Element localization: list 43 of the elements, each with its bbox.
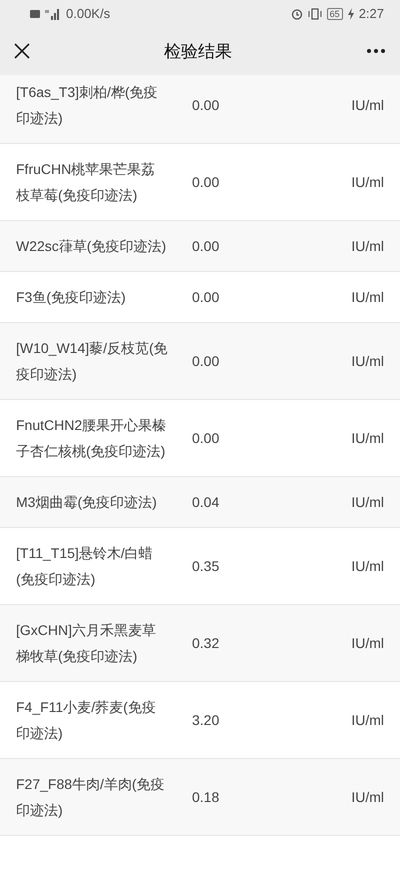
result-value: 0.00	[192, 353, 220, 369]
result-unit: IU/ml	[351, 558, 384, 574]
test-name: M3烟曲霉(免疫印迹法)	[16, 493, 158, 512]
test-name: [GxCHN]六月禾黑麦草梯牧草(免疫印迹法)	[16, 621, 157, 666]
network-speed: 0.00K/s	[66, 6, 110, 21]
test-name: W22sc葎草(免疫印迹法)	[16, 237, 168, 256]
result-value: 0.00	[192, 174, 220, 190]
result-value: 3.20	[192, 712, 220, 728]
charging-icon	[348, 8, 354, 20]
result-unit: IU/ml	[351, 174, 384, 190]
result-unit: IU/ml	[351, 238, 384, 254]
test-name: F27_F88牛肉/羊肉(免疫印迹法)	[16, 775, 166, 820]
result-unit: IU/ml	[351, 789, 384, 805]
test-name: [T11_T15]悬铃木/白蜡(免疫印迹法)	[16, 544, 154, 589]
result-unit: IU/ml	[351, 353, 384, 369]
result-unit: IU/ml	[351, 712, 384, 728]
result-value: 0.04	[192, 494, 220, 510]
battery-level: 65	[326, 8, 343, 20]
result-unit: IU/ml	[351, 635, 384, 651]
alarm-icon	[290, 8, 303, 20]
result-value: 0.32	[192, 635, 220, 651]
test-name: FnutCHN2腰果开心果榛子杏仁核桃(免疫印迹法)	[16, 416, 168, 461]
test-name: F3鱼(免疫印迹法)	[16, 288, 127, 307]
result-value: 0.00	[192, 97, 220, 113]
result-unit: IU/ml	[351, 97, 384, 113]
result-value: 0.00	[192, 430, 220, 446]
test-name: [T6as_T3]刺柏/桦(免疫印迹法)	[16, 83, 159, 128]
result-unit: IU/ml	[351, 289, 384, 305]
result-unit: IU/ml	[351, 494, 384, 510]
result-value: 0.35	[192, 558, 220, 574]
result-value: 0.00	[192, 238, 220, 254]
result-value: 0.18	[192, 789, 220, 805]
clock-time: 2:27	[358, 6, 384, 21]
test-name: F4_F11小麦/荞麦(免疫印迹法)	[16, 698, 157, 743]
vibrate-icon	[308, 8, 322, 20]
close-icon[interactable]	[14, 43, 30, 59]
result-unit: IU/ml	[351, 430, 384, 446]
page-title: 检验结果	[164, 40, 232, 62]
result-value: 0.00	[192, 289, 220, 305]
signal-icon	[45, 8, 61, 20]
test-name: [W10_W14]藜/反枝苋(免疫印迹法)	[16, 339, 168, 384]
more-icon[interactable]	[366, 48, 386, 54]
test-name: FfruCHN桃苹果芒果荔枝草莓(免疫印迹法)	[16, 160, 156, 205]
